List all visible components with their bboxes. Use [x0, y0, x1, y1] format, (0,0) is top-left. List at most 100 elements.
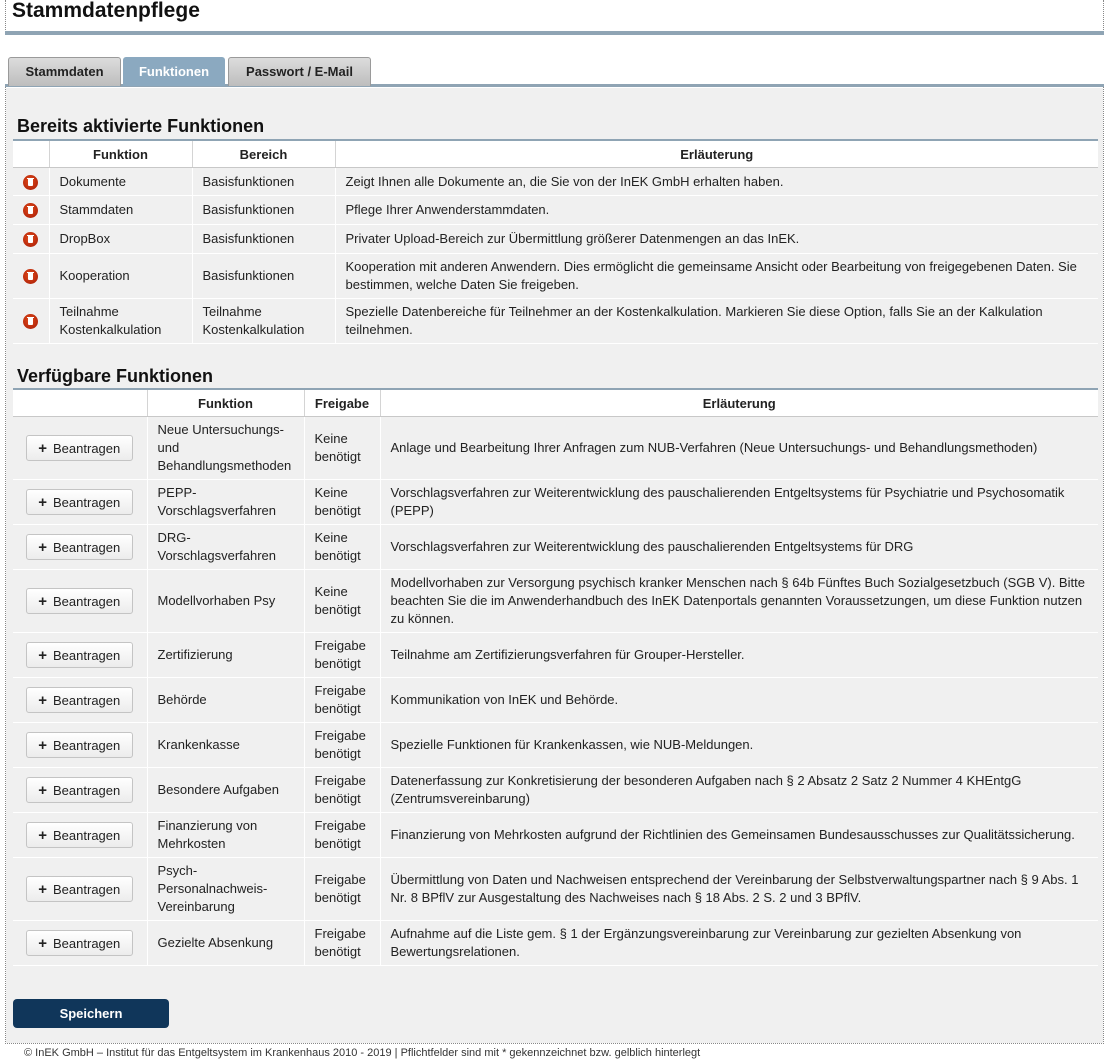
freigabe-cell: Freigabe benötigt [304, 812, 381, 858]
plus-icon: + [38, 934, 48, 952]
table-row: + Beantragen Neue Untersuchungs- und Behan… [13, 416, 1098, 480]
action-cell: + Beantragen [13, 416, 148, 480]
freigabe-cell: Freigabe benötigt [304, 767, 381, 813]
bereich-cell: Basisfunktionen [192, 253, 336, 299]
delete-cell [13, 195, 50, 225]
active-functions-table: Funktion Bereich Erläuterung Dokumente Ba… [13, 141, 1098, 344]
table-row: + Beantragen Gezielte Absenkung Freigabe be… [13, 920, 1098, 966]
tab-funktionen[interactable]: Funktionen [123, 57, 225, 86]
action-cell: + Beantragen [13, 632, 148, 678]
beantragen-label: Beantragen [53, 881, 121, 897]
footer-text: © InEK GmbH – Institut für das Entgeltsy… [24, 1047, 701, 1059]
erlaeuterung-cell: Zeigt Ihnen alle Dokumente an, die Sie v… [335, 167, 1098, 196]
erlaeuterung-cell: Vorschlagsverfahren zur Weiterentwicklun… [380, 524, 1098, 570]
beantragen-button[interactable]: + Beantragen [26, 435, 134, 461]
active-functions-heading: Bereits aktivierte Funktionen [17, 116, 265, 136]
beantragen-label: Beantragen [53, 593, 121, 609]
funktion-cell: Besondere Aufgaben [147, 767, 305, 813]
table-row: + Beantragen DRG-Vorschlagsverfahren Keine … [13, 524, 1098, 570]
erlaeuterung-cell: Privater Upload-Bereich zur Übermittlung… [335, 224, 1098, 254]
beantragen-button[interactable]: + Beantragen [26, 732, 134, 758]
erlaeuterung-cell: Kooperation mit anderen Anwendern. Dies … [335, 253, 1098, 299]
funktion-cell: Neue Untersuchungs- und Behandlungsmetho… [147, 416, 305, 480]
table-row: + Beantragen Finanzierung von Mehrkosten Fr… [13, 812, 1098, 858]
beantragen-label: Beantragen [53, 647, 121, 663]
funktion-cell: Teilnahme Kostenkalkulation [49, 298, 193, 344]
erlaeuterung-cell: Datenerfassung zur Konkretisierung der b… [380, 767, 1098, 813]
bereich-cell: Basisfunktionen [192, 224, 336, 254]
beantragen-label: Beantragen [53, 737, 121, 753]
table-row: DropBox Basisfunktionen Privater Upload-Be… [13, 224, 1098, 254]
funktion-cell: PEPP-Vorschlagsverfahren [147, 479, 305, 525]
plus-icon: + [38, 691, 48, 709]
save-button[interactable]: Speichern [13, 999, 169, 1028]
beantragen-button[interactable]: + Beantragen [26, 687, 134, 713]
header-icon-col [13, 141, 50, 168]
tab-stammdaten[interactable]: Stammdaten [8, 57, 121, 86]
table-header-row: Funktion Bereich Erläuterung [13, 141, 1098, 168]
beantragen-button[interactable]: + Beantragen [26, 642, 134, 668]
plus-icon: + [38, 826, 48, 844]
erlaeuterung-cell: Spezielle Funktionen für Krankenkassen, … [380, 722, 1098, 768]
bereich-cell: Teilnahme Kostenkalkulation [192, 298, 336, 344]
table-row: + Beantragen Modellvorhaben Psy Keine benöt… [13, 569, 1098, 633]
trash-icon[interactable] [23, 232, 39, 248]
plus-icon: + [38, 646, 48, 664]
plus-icon: + [38, 439, 48, 457]
action-cell: + Beantragen [13, 767, 148, 813]
funktion-cell: DropBox [49, 224, 193, 254]
freigabe-cell: Keine benötigt [304, 569, 381, 633]
action-cell: + Beantragen [13, 569, 148, 633]
funktion-cell: Kooperation [49, 253, 193, 299]
table-row: + Beantragen Behörde Freigabe benötigt Kommu… [13, 677, 1098, 723]
funktion-cell: Stammdaten [49, 195, 193, 225]
erlaeuterung-cell: Anlage und Bearbeitung Ihrer Anfragen zu… [380, 416, 1098, 480]
trash-icon[interactable] [23, 314, 39, 330]
plus-icon: + [38, 538, 48, 556]
freigabe-cell: Freigabe benötigt [304, 857, 381, 921]
page-title: Stammdatenpflege [12, 0, 200, 22]
trash-icon[interactable] [23, 174, 39, 190]
erlaeuterung-cell: Teilnahme am Zertifizierungsverfahren fü… [380, 632, 1098, 678]
funktion-cell: Finanzierung von Mehrkosten [147, 812, 305, 858]
beantragen-button[interactable]: + Beantragen [26, 930, 134, 956]
action-cell: + Beantragen [13, 920, 148, 966]
table-row: + Beantragen Besondere Aufgaben Freigabe be… [13, 767, 1098, 813]
header-freigabe: Freigabe [304, 390, 381, 417]
trash-icon[interactable] [23, 269, 39, 285]
beantragen-button[interactable]: + Beantragen [26, 489, 134, 515]
main-content: Bereits aktivierte Funktionen Funktion B… [6, 88, 1103, 1043]
erlaeuterung-cell: Pflege Ihrer Anwenderstammdaten. [335, 195, 1098, 225]
beantragen-button[interactable]: + Beantragen [26, 876, 134, 902]
delete-cell [13, 298, 50, 344]
funktion-cell: Psych-Personalnachweis-Vereinbarung [147, 857, 305, 921]
erlaeuterung-cell: Spezielle Datenbereiche für Teilnehmer a… [335, 298, 1098, 344]
action-cell: + Beantragen [13, 479, 148, 525]
action-cell: + Beantragen [13, 812, 148, 858]
action-cell: + Beantragen [13, 524, 148, 570]
tab-passwort-email[interactable]: Passwort / E-Mail [228, 57, 371, 86]
trash-icon[interactable] [23, 203, 39, 219]
funktion-cell: Gezielte Absenkung [147, 920, 305, 966]
beantragen-button[interactable]: + Beantragen [26, 588, 134, 614]
table-row: Stammdaten Basisfunktionen Pflege Ihrer An… [13, 195, 1098, 225]
funktion-cell: Modellvorhaben Psy [147, 569, 305, 633]
table-row: Kooperation Basisfunktionen Kooperation mi… [13, 253, 1098, 299]
beantragen-button[interactable]: + Beantragen [26, 534, 134, 560]
beantragen-label: Beantragen [53, 692, 121, 708]
plus-icon: + [38, 736, 48, 754]
beantragen-label: Beantragen [53, 782, 121, 798]
action-cell: + Beantragen [13, 857, 148, 921]
table-row: + Beantragen Psych-Personalnachweis-Verein… [13, 857, 1098, 921]
erlaeuterung-cell: Übermittlung von Daten und Nachweisen en… [380, 857, 1098, 921]
freigabe-cell: Freigabe benötigt [304, 722, 381, 768]
delete-cell [13, 224, 50, 254]
available-functions-heading: Verfügbare Funktionen [17, 366, 214, 386]
beantragen-label: Beantragen [53, 440, 121, 456]
table-row: Teilnahme Kostenkalkulation Teilnahme Kos… [13, 298, 1098, 344]
beantragen-button[interactable]: + Beantragen [26, 822, 134, 848]
freigabe-cell: Freigabe benötigt [304, 920, 381, 966]
erlaeuterung-cell: Vorschlagsverfahren zur Weiterentwicklun… [380, 479, 1098, 525]
funktion-cell: Dokumente [49, 167, 193, 196]
beantragen-button[interactable]: + Beantragen [26, 777, 134, 803]
